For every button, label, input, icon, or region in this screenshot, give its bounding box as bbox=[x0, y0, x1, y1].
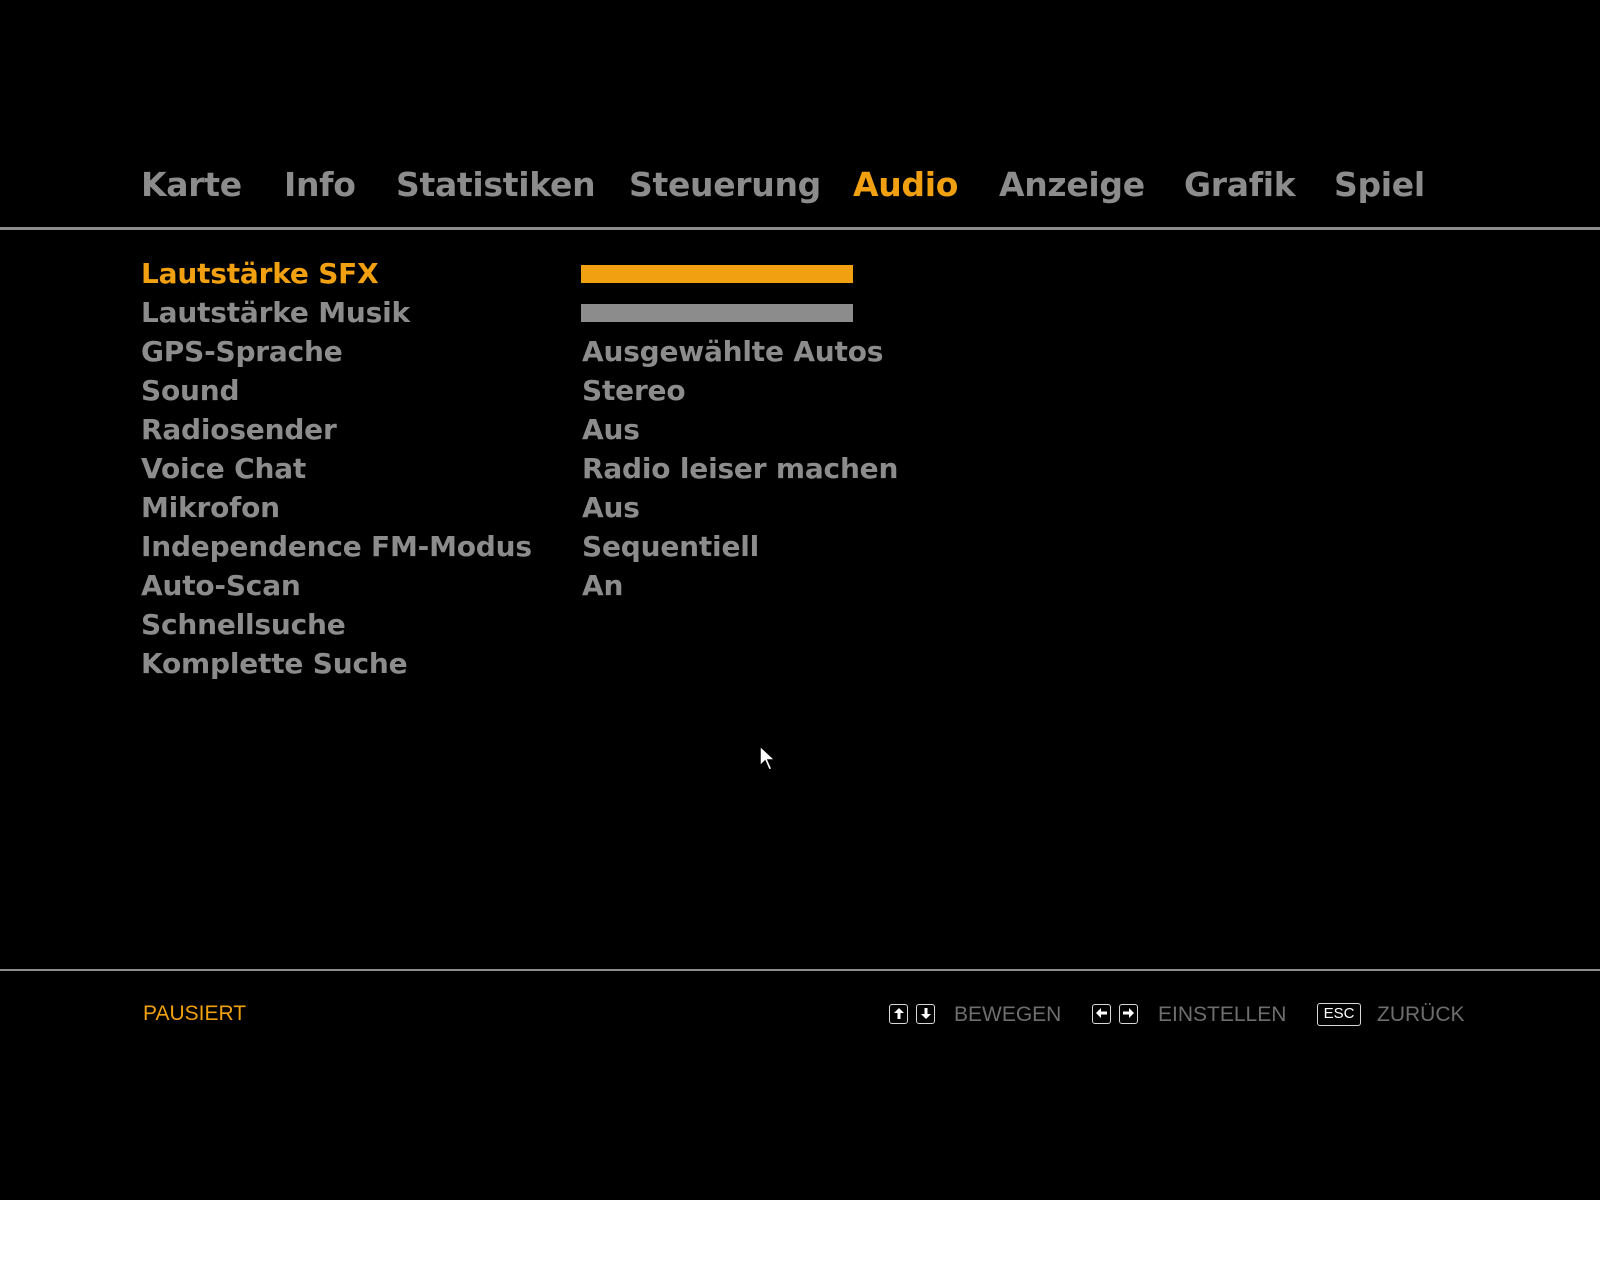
setting-row-lautstaerke-sfx[interactable]: Lautstärke SFX bbox=[0, 254, 1000, 293]
sfx-volume-fill bbox=[581, 265, 853, 283]
setting-row-radiosender[interactable]: Radiosender Aus bbox=[0, 410, 1000, 449]
tab-statistiken[interactable]: Statistiken bbox=[396, 160, 596, 210]
setting-row-auto-scan[interactable]: Auto-Scan An bbox=[0, 566, 1000, 605]
setting-row-voice-chat[interactable]: Voice Chat Radio leiser machen bbox=[0, 449, 1000, 488]
tab-info[interactable]: Info bbox=[284, 160, 356, 210]
mouse-cursor-icon bbox=[758, 744, 780, 776]
tab-steuerung[interactable]: Steuerung bbox=[629, 160, 821, 210]
tab-grafik[interactable]: Grafik bbox=[1184, 160, 1296, 210]
menu-tabs: Karte Info Statistiken Steuerung Audio A… bbox=[0, 160, 1600, 210]
esc-key-button[interactable]: ESC bbox=[1317, 1003, 1361, 1026]
setting-label: Lautstärke Musik bbox=[141, 296, 410, 329]
arrow-left-key-icon bbox=[1092, 1004, 1111, 1024]
setting-label: Radiosender bbox=[141, 413, 337, 446]
setting-value[interactable]: Aus bbox=[582, 488, 640, 527]
setting-row-schnellsuche[interactable]: Schnellsuche bbox=[0, 605, 1000, 644]
setting-label: Voice Chat bbox=[141, 452, 307, 485]
setting-value[interactable]: Sequentiell bbox=[582, 527, 759, 566]
setting-label: Auto-Scan bbox=[141, 569, 301, 602]
setting-value[interactable]: Radio leiser machen bbox=[582, 449, 898, 488]
setting-label: Mikrofon bbox=[141, 491, 280, 524]
setting-value[interactable]: An bbox=[582, 566, 623, 605]
footer-divider bbox=[0, 969, 1600, 971]
header-divider bbox=[0, 227, 1600, 230]
setting-label: Schnellsuche bbox=[141, 608, 346, 641]
arrow-right-key-icon bbox=[1119, 1004, 1138, 1024]
pause-menu-screen: Karte Info Statistiken Steuerung Audio A… bbox=[0, 0, 1600, 1200]
tab-spiel[interactable]: Spiel bbox=[1334, 160, 1425, 210]
setting-row-sound[interactable]: Sound Stereo bbox=[0, 371, 1000, 410]
setting-value[interactable]: Ausgewählte Autos bbox=[582, 332, 883, 371]
setting-row-independence-fm-modus[interactable]: Independence FM-Modus Sequentiell bbox=[0, 527, 1000, 566]
music-volume-fill bbox=[581, 304, 853, 322]
music-volume-slider[interactable] bbox=[581, 304, 853, 322]
arrow-down-key-icon bbox=[916, 1004, 935, 1024]
setting-value[interactable]: Stereo bbox=[582, 371, 686, 410]
setting-label: Komplette Suche bbox=[141, 647, 408, 680]
tab-audio[interactable]: Audio bbox=[853, 160, 958, 210]
move-hint: BEWEGEN bbox=[954, 1003, 1062, 1026]
setting-label: Lautstärke SFX bbox=[141, 257, 379, 290]
setting-label: Sound bbox=[141, 374, 240, 407]
back-hint[interactable]: ZURÜCK bbox=[1377, 1001, 1465, 1029]
tab-anzeige[interactable]: Anzeige bbox=[999, 160, 1145, 210]
setting-row-lautstaerke-musik[interactable]: Lautstärke Musik bbox=[0, 293, 1000, 332]
tab-karte[interactable]: Karte bbox=[141, 160, 242, 210]
setting-label: GPS-Sprache bbox=[141, 335, 343, 368]
adjust-hint: EINSTELLEN bbox=[1158, 1003, 1287, 1026]
setting-row-gps-sprache[interactable]: GPS-Sprache Ausgewählte Autos bbox=[0, 332, 1000, 371]
setting-label: Independence FM-Modus bbox=[141, 530, 532, 563]
setting-value[interactable]: Aus bbox=[582, 410, 640, 449]
setting-row-mikrofon[interactable]: Mikrofon Aus bbox=[0, 488, 1000, 527]
sfx-volume-slider[interactable] bbox=[581, 265, 853, 283]
setting-row-komplette-suche[interactable]: Komplette Suche bbox=[0, 644, 1000, 683]
paused-status: PAUSIERT bbox=[143, 1002, 247, 1025]
arrow-up-key-icon bbox=[889, 1004, 908, 1024]
